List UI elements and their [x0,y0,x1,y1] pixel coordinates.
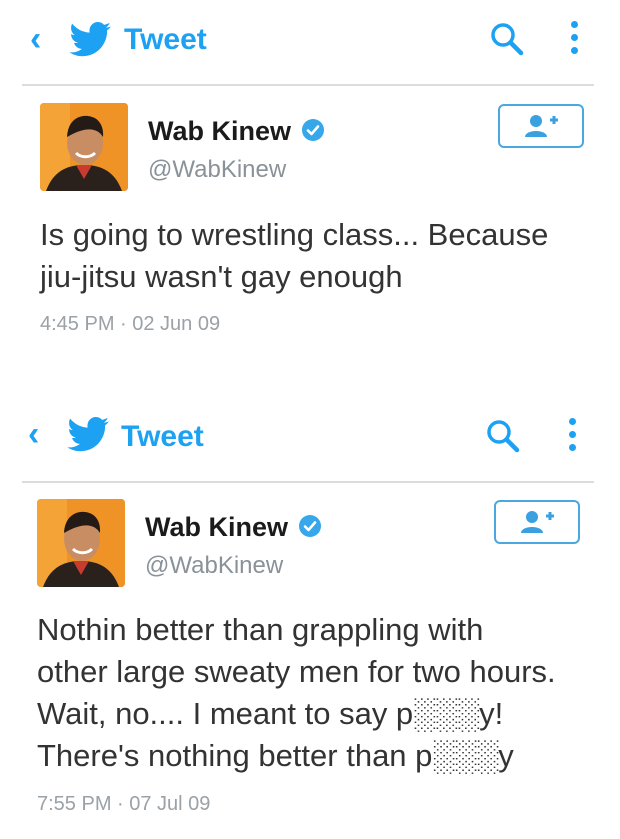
twitter-bird-icon[interactable] [68,22,112,58]
author-handle[interactable]: @WabKinew [145,554,283,578]
tweet-text-line: Nothin better than grappling with [37,612,484,647]
divider [22,481,594,483]
follow-button[interactable] [498,104,584,148]
back-chevron-icon[interactable]: ‹ [30,22,41,56]
more-options-icon[interactable] [571,21,579,60]
tweet-text: Nothin better than grappling with other … [37,609,607,777]
add-user-icon [521,511,554,533]
avatar[interactable] [40,103,128,191]
tweet-text: Is going to wrestling class... Because j… [40,214,600,298]
avatar-photo [40,103,128,191]
author-name[interactable]: Wab Kinew [145,514,288,541]
author-handle[interactable]: @WabKinew [148,158,286,182]
search-icon[interactable] [486,419,520,453]
divider [22,84,594,86]
bar-title: Tweet [124,23,207,56]
tweet-timestamp: 7:55 PM · 07 Jul 09 [37,793,211,815]
tweet-text-line: jiu-jitsu wasn't gay enough [40,259,403,294]
tweet-screen-1: ‹ Tweet Wab Kinew @WabKinew Is going to … [0,0,620,395]
tweet-text-line: other large sweaty men for two hours. [37,654,556,689]
top-bar: ‹ Tweet [0,0,620,80]
author-name[interactable]: Wab Kinew [148,118,291,145]
tweet-timestamp: 4:45 PM · 02 Jun 09 [40,313,221,335]
verified-badge-icon [299,515,321,537]
twitter-bird-icon[interactable] [66,417,110,453]
add-user-icon [525,115,558,137]
top-bar: ‹ Tweet [0,395,620,475]
verified-badge-icon [302,119,324,141]
tweet-text-line: Wait, no.... I meant to say p░░░y! [37,696,504,731]
bar-title: Tweet [121,420,204,453]
more-options-icon[interactable] [569,418,577,457]
search-icon[interactable] [490,22,524,56]
back-chevron-icon[interactable]: ‹ [28,417,39,451]
tweet-screen-2: ‹ Tweet Wab Kinew @WabKinew Nothin bette… [0,395,620,839]
avatar[interactable] [37,499,125,587]
avatar-photo [37,499,125,587]
follow-button[interactable] [494,500,580,544]
tweet-text-line: There's nothing better than p░░░y [37,738,514,773]
tweet-text-line: Is going to wrestling class... Because [40,217,549,252]
